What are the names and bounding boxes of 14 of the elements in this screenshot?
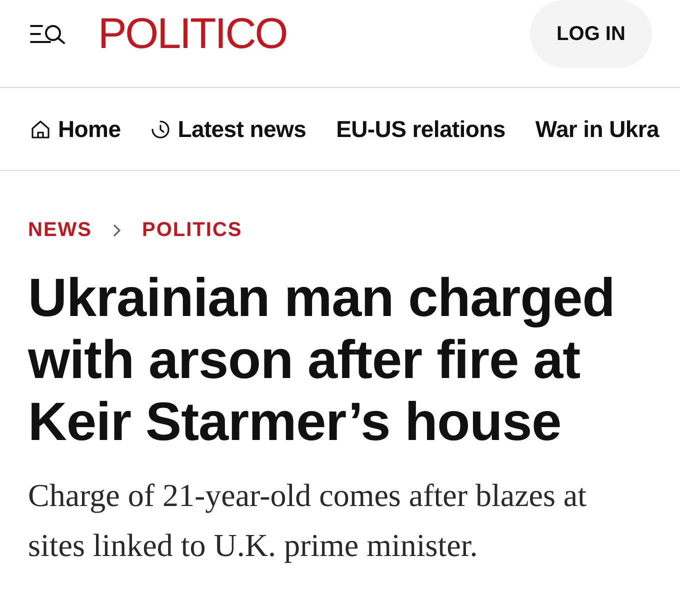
nav-link[interactable]: War in Ukra: [535, 112, 660, 146]
nav-link[interactable]: Latest news: [178, 112, 306, 146]
clock-icon: [150, 120, 170, 138]
breadcrumb-link[interactable]: NEWS: [28, 215, 92, 245]
nav-link[interactable]: Home: [58, 112, 121, 146]
chevron-right-icon: [113, 224, 121, 236]
menu-search-icon[interactable]: [30, 24, 66, 44]
home-icon: [31, 120, 50, 138]
politico-logo[interactable]: POLITICO: [98, 12, 287, 56]
article-headline: Ukrainian man charged with arson after fire at Keir Starmer’s house: [28, 267, 616, 453]
article-subtitle: Charge of 21-year-old comes after blazes at sites linked to U.K. prime minister.: [28, 476, 588, 565]
nav-link[interactable]: EU-US relations: [336, 112, 506, 146]
breadcrumb-link[interactable]: POLITICS: [142, 215, 242, 245]
login-button[interactable]: LOG IN: [530, 0, 652, 68]
